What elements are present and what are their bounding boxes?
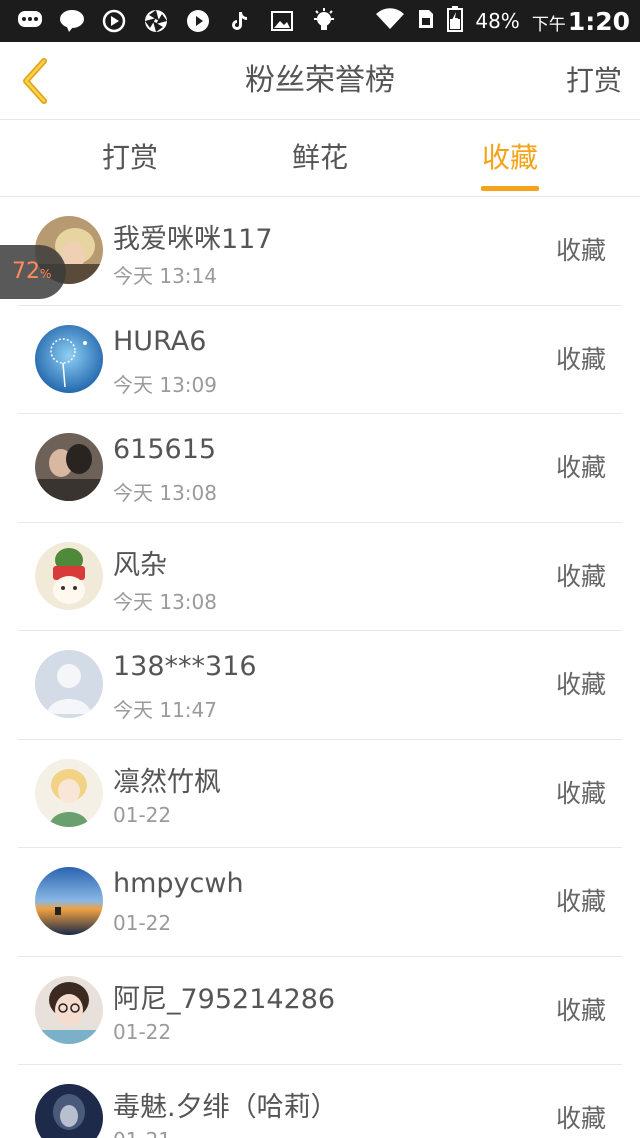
glasses-girl-avatar[interactable]: [35, 975, 103, 1044]
default-user-avatar[interactable]: [35, 650, 103, 718]
list-item[interactable]: 毒魅.夕绯（哈莉） 01-21 收藏: [18, 1065, 622, 1138]
fan-name: 我爱咪咪117: [113, 224, 273, 255]
fan-time: 今天 13:08: [113, 589, 217, 614]
clock-time: 1:20: [567, 6, 630, 36]
fan-name: HURA6: [113, 325, 207, 357]
floating-boost-badge[interactable]: 72%: [0, 245, 66, 299]
fans-honor-page: 48% 下午1:20 粉丝荣誉榜 打赏 打赏 鲜花 收藏 我爱咪咪117 今天 …: [0, 0, 640, 1138]
aperture-icon: [142, 7, 170, 35]
status-right: 48% 下午1:20: [375, 5, 630, 37]
fan-name: 风杂: [113, 549, 167, 581]
fans-list: 我爱咪咪117 今天 13:14 收藏 HURA6 今天 13:09 收藏 61…: [0, 197, 640, 1138]
favorite-label: 收藏: [555, 670, 606, 699]
sim-card-icon: [417, 8, 435, 35]
app-header: 粉丝荣誉榜 打赏: [0, 42, 640, 120]
dandelion-avatar[interactable]: [35, 324, 103, 393]
dark-portrait-avatar[interactable]: [35, 1084, 103, 1138]
fan-time: 今天 11:47: [113, 698, 217, 722]
play-circle-icon: [100, 7, 128, 35]
chat-bubble-icon: [16, 7, 44, 35]
couple-avatar[interactable]: [35, 433, 103, 501]
list-item[interactable]: 风杂 今天 13:08 收藏: [18, 523, 622, 631]
favorite-label: 收藏: [555, 344, 606, 374]
favorite-label: 收藏: [555, 561, 606, 591]
list-item[interactable]: 我爱咪咪117 今天 13:14 收藏: [18, 197, 622, 306]
active-tab-indicator: [481, 186, 539, 191]
favorite-label: 收藏: [555, 887, 606, 916]
list-item[interactable]: 凛然竹枫 01-22 收藏: [18, 740, 622, 848]
battery-percent: 48%: [475, 9, 520, 33]
notification-icons: [16, 7, 338, 35]
fan-name: 毒魅.夕绯（哈莉）: [113, 1092, 338, 1123]
tab-reward[interactable]: 打赏: [60, 121, 200, 197]
list-item[interactable]: 615615 今天 13:08 收藏: [18, 414, 622, 523]
fan-time: 今天 13:08: [113, 481, 217, 505]
favorite-label: 收藏: [555, 995, 606, 1025]
status-bar: 48% 下午1:20: [0, 0, 640, 42]
image-icon: [268, 7, 296, 35]
tiktok-icon: [226, 7, 254, 35]
battery-icon: [447, 5, 464, 37]
favorite-label: 收藏: [555, 236, 606, 265]
badge-unit: %: [40, 267, 52, 281]
fan-name: 凛然竹枫: [113, 766, 221, 798]
list-item[interactable]: 138***316 今天 11:47 收藏: [18, 631, 622, 740]
badge-value: 72: [12, 259, 40, 284]
favorite-label: 收藏: [555, 778, 606, 808]
clock: 下午1:20: [532, 7, 630, 36]
fan-time: 01-22: [113, 1019, 172, 1044]
line-app-icon: [58, 7, 86, 35]
fan-time: 01-22: [113, 802, 172, 827]
anime-avatar[interactable]: [35, 758, 103, 827]
fan-name: 615615: [113, 434, 217, 465]
reward-button[interactable]: 打赏: [566, 42, 622, 120]
list-item[interactable]: hmpycwh 01-22 收藏: [18, 848, 622, 957]
favorite-label: 收藏: [555, 1104, 606, 1133]
page-title: 粉丝荣誉榜: [245, 63, 395, 98]
video-bubble-icon: [184, 7, 212, 35]
list-item[interactable]: HURA6 今天 13:09 收藏: [18, 306, 622, 414]
tab-bar: 打赏 鲜花 收藏: [0, 121, 640, 197]
lightbulb-icon: [310, 7, 338, 35]
wifi-icon: [375, 7, 405, 35]
sunset-avatar[interactable]: [35, 867, 103, 935]
list-item[interactable]: 阿尼_795214286 01-22 收藏: [18, 957, 622, 1065]
fan-time: 01-21: [113, 1128, 171, 1138]
fan-name: 阿尼_795214286: [113, 983, 336, 1015]
favorite-label: 收藏: [555, 453, 606, 482]
fan-time: 今天 13:09: [113, 372, 217, 397]
fan-name: hmpycwh: [113, 868, 244, 899]
fan-time: 01-22: [113, 911, 172, 935]
cactus-avatar[interactable]: [35, 541, 103, 610]
fan-time: 今天 13:14: [113, 264, 217, 288]
tab-flowers[interactable]: 鲜花: [250, 121, 390, 197]
fan-name: 138***316: [113, 651, 257, 682]
clock-period: 下午: [531, 14, 566, 35]
